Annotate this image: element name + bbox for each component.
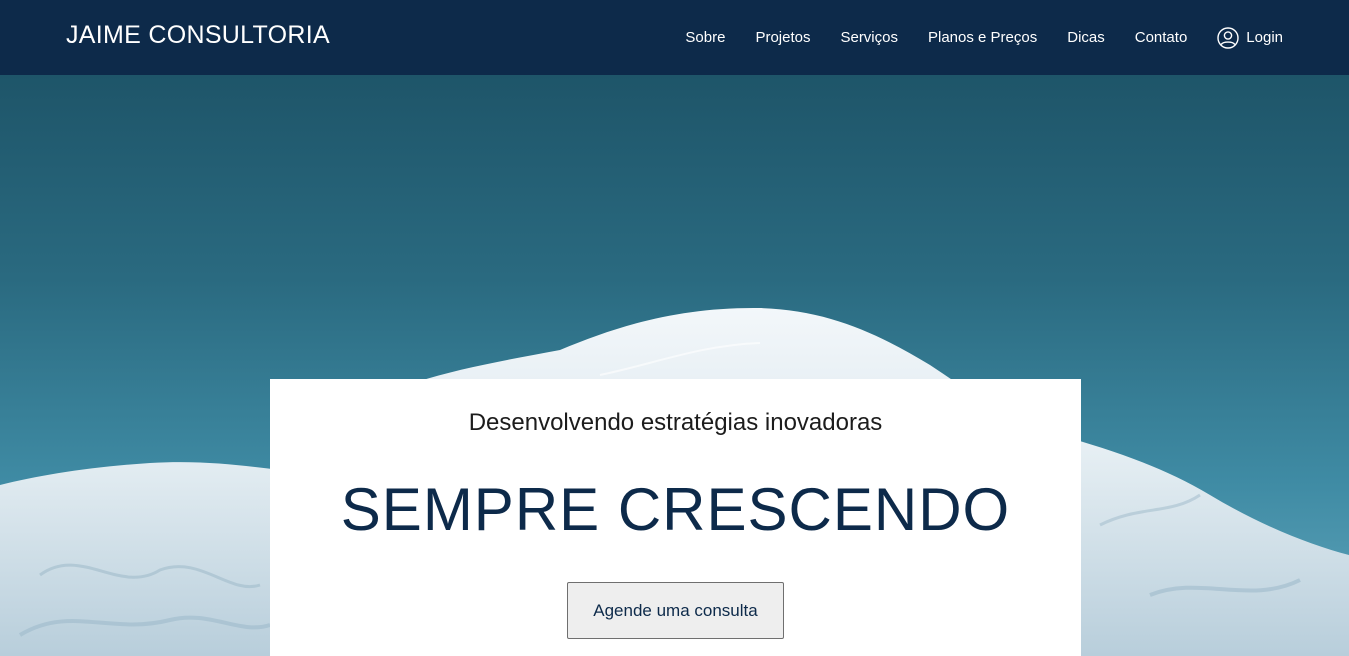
site-header: JAIME CONSULTORIA Sobre Projetos Serviço… [0, 0, 1349, 75]
hero-card: Desenvolvendo estratégias inovadoras SEM… [270, 379, 1081, 656]
login-label: Login [1246, 29, 1283, 46]
hero-section: Desenvolvendo estratégias inovadoras SEM… [0, 75, 1349, 656]
brand-logo-text[interactable]: JAIME CONSULTORIA [66, 21, 330, 50]
nav-link-projetos[interactable]: Projetos [755, 29, 810, 46]
main-nav: Sobre Projetos Serviços Planos e Preços … [685, 0, 1283, 75]
nav-link-planos-e-precos[interactable]: Planos e Preços [928, 29, 1037, 46]
hero-subtitle: Desenvolvendo estratégias inovadoras [468, 409, 883, 436]
nav-link-dicas[interactable]: Dicas [1067, 29, 1105, 46]
hero-headline: SEMPRE CRESCENDO [340, 476, 1011, 543]
page: JAIME CONSULTORIA Sobre Projetos Serviço… [0, 0, 1349, 656]
nav-link-contato[interactable]: Contato [1135, 29, 1188, 46]
login-button[interactable]: Login [1217, 26, 1283, 49]
nav-link-sobre[interactable]: Sobre [685, 29, 725, 46]
user-circle-icon [1217, 26, 1239, 49]
schedule-consultation-button[interactable]: Agende uma consulta [567, 582, 784, 639]
nav-link-servicos[interactable]: Serviços [840, 29, 898, 46]
